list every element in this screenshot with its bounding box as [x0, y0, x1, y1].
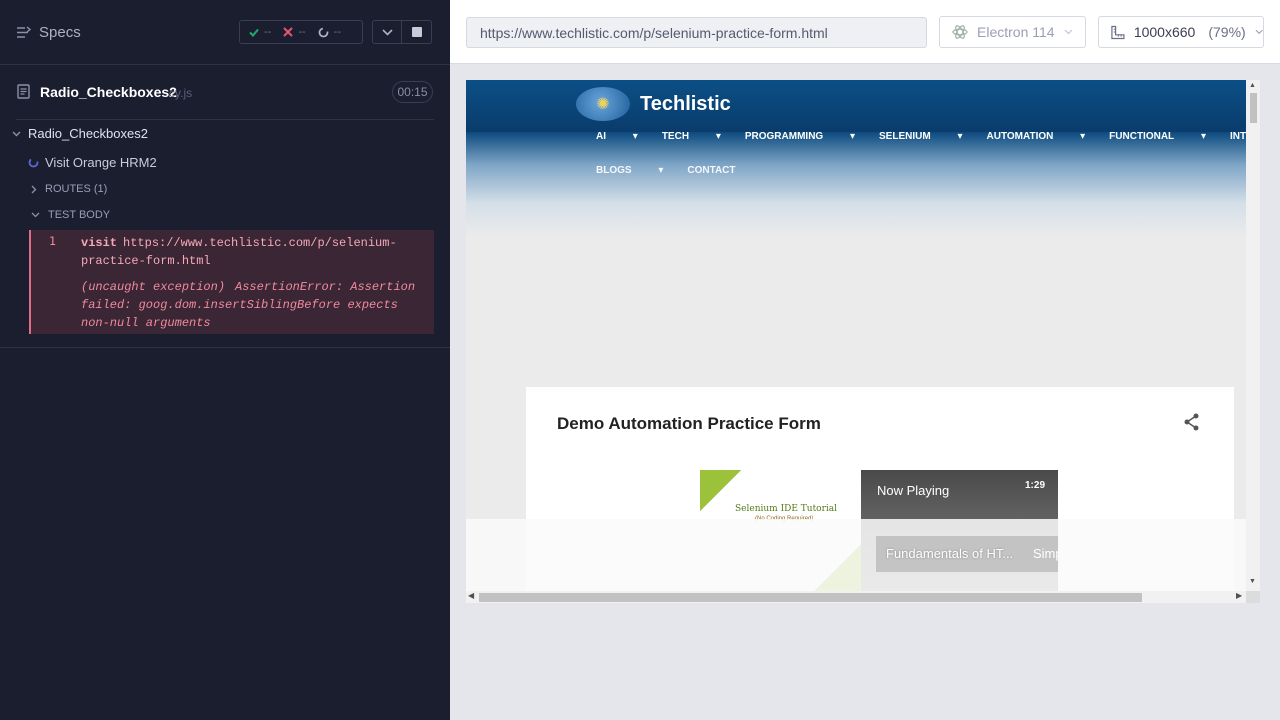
reporter-panel: Specs -- -- -- Radio_Checkboxes2 cy.js 0…: [0, 0, 450, 720]
nav-item-blogs[interactable]: BLOGS ▾: [596, 165, 663, 176]
stop-button[interactable]: [402, 20, 432, 44]
scroll-down-icon[interactable]: ▼: [1249, 578, 1256, 585]
failed-stat: --: [283, 26, 306, 38]
test-body-toggle[interactable]: TEST BODY: [31, 209, 110, 221]
expand-collapse-button[interactable]: [372, 20, 402, 44]
electron-icon: [952, 25, 968, 39]
nav-item-selenium[interactable]: SELENIUM ▾: [879, 131, 962, 142]
scroll-left-icon[interactable]: ◀: [468, 591, 474, 600]
command-url: https://www.techlistic.com/p/selenium-pr…: [81, 236, 397, 268]
share-icon[interactable]: [1183, 413, 1200, 431]
post-title: Demo Automation Practice Form: [557, 414, 821, 433]
viewport-scale: (79%): [1208, 24, 1246, 40]
routes-toggle[interactable]: ROUTES (1): [31, 183, 107, 195]
command-text: visit https://www.techlistic.com/p/seleni…: [81, 234, 426, 270]
passed-count: --: [264, 26, 272, 38]
carousel-item-2[interactable]: Simp: [1023, 536, 1058, 572]
chevron-down-icon: [1255, 29, 1263, 35]
nav-item-programming[interactable]: PROGRAMMING ▾: [745, 131, 855, 142]
horizontal-scroll-thumb[interactable]: [479, 593, 1142, 602]
site-title[interactable]: Techlistic: [640, 93, 731, 116]
nav-item-automation[interactable]: AUTOMATION ▾: [987, 131, 1086, 142]
log-divider: [0, 347, 450, 348]
reporter-header: Specs -- -- --: [0, 0, 450, 65]
pending-circle-icon: [318, 27, 329, 37]
vertical-scroll-thumb[interactable]: [1250, 93, 1257, 123]
test-stats: -- -- --: [239, 20, 363, 44]
document-icon: [17, 84, 30, 99]
nav-item-tech[interactable]: TECH ▾: [662, 131, 721, 142]
command-name: visit: [81, 236, 118, 250]
pending-stat: --: [318, 26, 341, 38]
pending-count: --: [333, 26, 341, 38]
specs-toggle-button[interactable]: Specs: [16, 24, 81, 41]
suite-title: Radio_Checkboxes2: [28, 126, 148, 141]
carousel-item-1[interactable]: Fundamentals of HT...: [876, 536, 1024, 572]
spec-extension: cy.js: [169, 86, 193, 100]
failed-count: --: [298, 26, 306, 38]
duration-badge: 00:15: [392, 81, 433, 103]
spec-file-row: Radio_Checkboxes2 cy.js 00:15: [0, 65, 450, 120]
routes-label: ROUTES (1): [45, 183, 108, 195]
nav-item-functional[interactable]: FUNCTIONAL ▾: [1109, 131, 1206, 142]
aut-panel: https://www.techlistic.com/p/selenium-pr…: [450, 0, 1280, 720]
site-nav-primary: AI ▾ TECH ▾ PROGRAMMING ▾ SELENIUM ▾ AUT…: [596, 131, 1260, 142]
error-tag: (uncaught exception): [81, 280, 226, 294]
running-spinner-icon: [28, 157, 39, 168]
site-logo[interactable]: ✺: [576, 87, 630, 121]
video-duration: 1:29: [1025, 480, 1046, 491]
scroll-up-icon[interactable]: ▲: [1249, 82, 1256, 89]
test-title: Visit Orange HRM2: [45, 155, 157, 170]
chevron-down-icon: [1064, 29, 1073, 35]
passed-stat: --: [249, 26, 271, 38]
test-row[interactable]: Visit Orange HRM2: [28, 155, 157, 170]
spec-name: Radio_Checkboxes2: [40, 84, 177, 100]
spec-divider: [16, 119, 434, 120]
specs-list-icon: [17, 26, 31, 38]
suite-row[interactable]: Radio_Checkboxes2: [12, 126, 148, 141]
chevron-right-icon: [31, 185, 37, 193]
browser-label: Electron 114: [977, 24, 1055, 40]
error-message: (uncaught exception) AssertionError: Asse…: [81, 278, 431, 332]
ruler-icon: [1111, 25, 1125, 39]
chevron-down-icon: [12, 131, 21, 136]
nav-item-contact[interactable]: CONTACT: [687, 165, 759, 176]
specs-label: Specs: [39, 24, 81, 41]
chevron-down-icon: [31, 212, 40, 218]
video-thumb-title: Selenium IDE Tutorial: [735, 504, 838, 514]
now-playing-label: Now Playing: [877, 483, 950, 498]
site-header-gradient: [466, 132, 1246, 262]
viewport-selector[interactable]: 1000x660 (79%): [1098, 16, 1264, 48]
cross-icon: [283, 27, 294, 37]
command-log-entry[interactable]: 1 visit https://www.techlistic.com/p/sele…: [29, 230, 434, 334]
aut-iframe[interactable]: ✺ Techlistic AI ▾ TECH ▾ PROGRAMMING ▾ S…: [466, 80, 1260, 603]
horizontal-scrollbar[interactable]: ◀ ▶: [466, 591, 1246, 603]
nav-item-ai[interactable]: AI ▾: [596, 131, 638, 142]
check-icon: [249, 28, 259, 37]
scroll-right-icon[interactable]: ▶: [1236, 591, 1242, 600]
test-body-label: TEST BODY: [48, 209, 111, 221]
url-bar[interactable]: https://www.techlistic.com/p/selenium-pr…: [466, 17, 927, 48]
viewport-size: 1000x660: [1133, 24, 1196, 40]
scrollbar-corner: [1246, 591, 1260, 603]
stop-icon: [411, 27, 422, 37]
vertical-scrollbar[interactable]: ▲ ▼: [1246, 80, 1260, 591]
command-number: 1: [49, 234, 56, 248]
site-nav-secondary: BLOGS ▾ CONTACT: [596, 165, 784, 176]
browser-selector[interactable]: Electron 114: [939, 16, 1086, 48]
chevron-down-icon: [381, 28, 393, 36]
lightbulb-icon: ✺: [596, 96, 610, 113]
aut-header: https://www.techlistic.com/p/selenium-pr…: [450, 0, 1280, 64]
